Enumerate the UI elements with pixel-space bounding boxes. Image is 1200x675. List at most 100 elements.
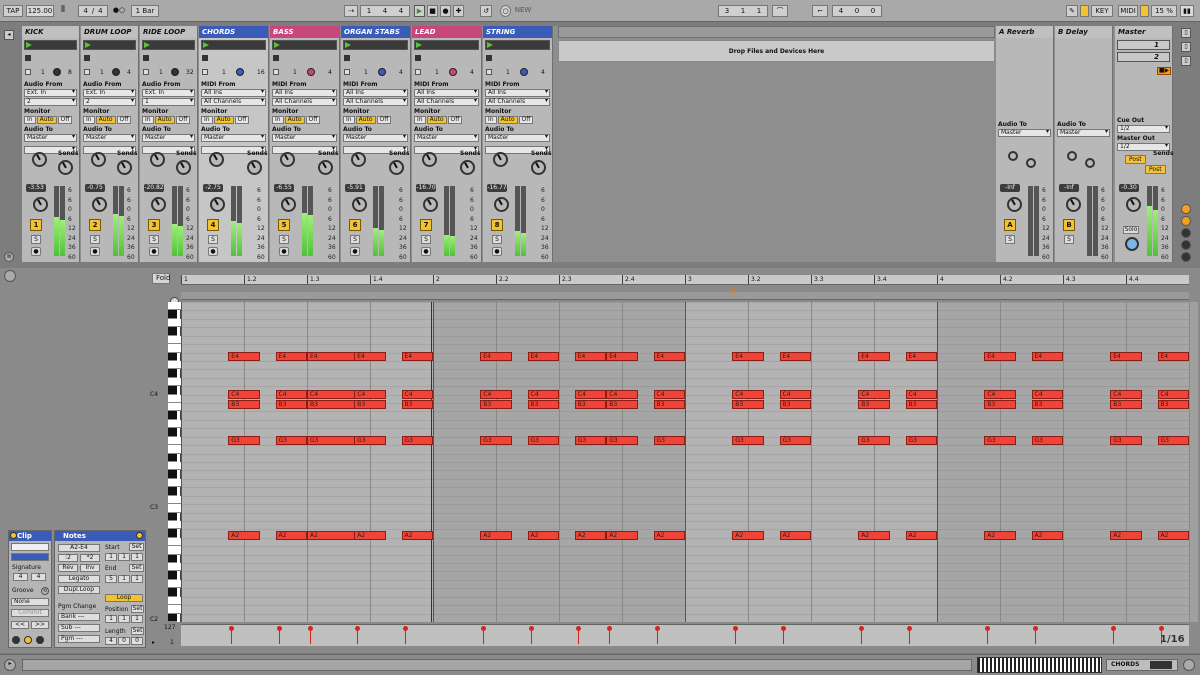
midi-note[interactable]: C4 [228,390,260,399]
browser-toggle-icon[interactable]: ◂ [4,30,14,40]
piano-white-key[interactable] [168,520,181,530]
volume-field[interactable]: -5.91 [345,184,365,192]
piano-white-key[interactable] [168,335,181,345]
velocity-marker[interactable] [859,626,865,644]
pan-knob[interactable] [210,197,225,212]
vertical-scrollbar[interactable] [1190,302,1198,622]
piano-white-key[interactable] [168,436,181,446]
midi-note[interactable]: A2 [606,531,638,540]
clip-nav-prev[interactable]: << [11,621,29,629]
quantize-select[interactable]: 1 Bar [131,5,159,17]
session-view-icon[interactable]: ≋ [4,252,14,262]
commit-button[interactable]: Commit [11,609,49,617]
pan-knob[interactable] [281,197,296,212]
midi-note[interactable]: B3 [1110,400,1142,409]
midi-note[interactable]: E4 [1157,352,1189,361]
monitor-auto-button[interactable]: Auto [154,116,175,124]
return-activator-button[interactable]: B [1063,219,1075,231]
track-fold-icon[interactable] [84,69,90,75]
arrangement-position[interactable]: 1 4 4 [360,5,410,17]
track-name[interactable]: STRING [483,26,552,38]
audio-to-select[interactable]: Master [142,134,195,142]
piano-black-key[interactable] [168,529,177,538]
loop-start-field[interactable]: 3 1 1 [718,5,768,17]
pan-knob[interactable] [1066,197,1081,212]
clip-signature-num[interactable]: 4 [13,573,28,581]
midi-note[interactable]: G3 [275,436,307,445]
midi-note[interactable]: C4 [779,390,811,399]
clip-stop-icon[interactable] [415,55,421,61]
monitor-off-button[interactable]: Off [305,116,321,124]
length-beat-field[interactable]: 0 [118,637,130,645]
io-toggle-icon[interactable]: ▯ [1181,28,1191,38]
audio-to-select[interactable]: Master [343,134,408,142]
volume-field[interactable]: -6.55 [274,184,294,192]
input-channel-select[interactable]: All Channels [343,98,408,106]
piano-white-key[interactable] [168,377,181,387]
velocity-marker[interactable] [906,626,912,644]
piano-white-key[interactable] [168,360,181,370]
master-name[interactable]: Master [1115,26,1172,38]
key-map-button[interactable]: KEY [1091,5,1113,17]
velocity-marker[interactable] [355,626,361,644]
midi-note[interactable]: B3 [653,400,685,409]
volume-field[interactable]: -2.75 [203,184,223,192]
clip-stop-icon[interactable] [84,55,90,61]
piano-black-key[interactable] [168,386,177,395]
solo-button[interactable]: S [31,235,41,244]
midi-note[interactable]: B3 [275,400,307,409]
monitor-off-button[interactable]: Off [376,116,392,124]
sends-toggle-icon[interactable]: ▯ [1181,42,1191,52]
piano-white-key[interactable] [168,537,181,547]
audio-to-select[interactable]: Master [83,134,136,142]
piano-black-key[interactable] [168,571,177,580]
end-beat-field[interactable]: 1 [118,575,130,583]
clip-launch-icon[interactable] [26,42,32,48]
time-ruler[interactable]: 1 1.2 1.3 1.4 2 2.2 2.3 2.4 3 3.2 3.3 3.4 4 4.2 4.3 4.4 [181,275,1189,285]
volume-field[interactable]: -3.53 [26,184,46,192]
solo-button[interactable]: S [279,235,289,244]
track-name[interactable]: DRUM LOOP [81,26,138,38]
midi-note[interactable]: C4 [1157,390,1189,399]
solo-button[interactable]: S [1005,235,1015,244]
send-a-knob[interactable] [32,152,47,167]
legato-button[interactable]: Legato [58,575,100,583]
input-type-select[interactable]: Ext. In [83,89,136,97]
monitor-in-button[interactable]: In [414,116,426,124]
envelopes-section-icon[interactable] [36,636,44,644]
post-button-a[interactable]: Post [1125,155,1146,164]
midi-note[interactable]: A2 [779,531,811,540]
midi-note[interactable]: B3 [228,400,260,409]
reverse-button[interactable]: Rev [58,564,78,572]
input-type-select[interactable]: Ext. In [142,89,195,97]
midi-note[interactable]: A2 [275,531,307,540]
clip-view-icon[interactable] [1150,661,1172,669]
midi-note[interactable]: B3 [354,400,386,409]
velocity-marker[interactable] [1032,626,1038,644]
midi-note[interactable]: C4 [905,390,937,399]
monitor-auto-button[interactable]: Auto [426,116,447,124]
track-activator-button[interactable]: 1 [30,219,42,231]
midi-note[interactable]: E4 [606,352,638,361]
midi-note[interactable]: E4 [354,352,386,361]
midi-note[interactable]: G3 [401,436,433,445]
piano-black-key[interactable] [168,310,177,319]
detail-view-icon[interactable] [1183,659,1195,671]
midi-note[interactable]: A2 [354,531,386,540]
midi-note[interactable]: G3 [1157,436,1189,445]
input-channel-select[interactable]: All Channels [201,98,266,106]
midi-note[interactable]: G3 [653,436,685,445]
clip-slot[interactable] [343,40,408,50]
input-type-select[interactable]: All Ins [201,89,266,97]
input-channel-select[interactable]: All Channels [485,98,550,106]
return-name[interactable]: A Reverb [996,26,1053,38]
send-b-knob[interactable] [531,160,546,175]
track-name[interactable]: KICK [22,26,79,38]
monitor-off-button[interactable]: Off [447,116,463,124]
midi-note[interactable]: G3 [354,436,386,445]
clip-color-select[interactable] [11,553,49,561]
midi-note[interactable]: A2 [574,531,607,540]
return-name[interactable]: B Delay [1055,26,1112,38]
tap-button[interactable]: TAP [3,5,23,17]
clip-launch-icon[interactable] [274,42,280,48]
